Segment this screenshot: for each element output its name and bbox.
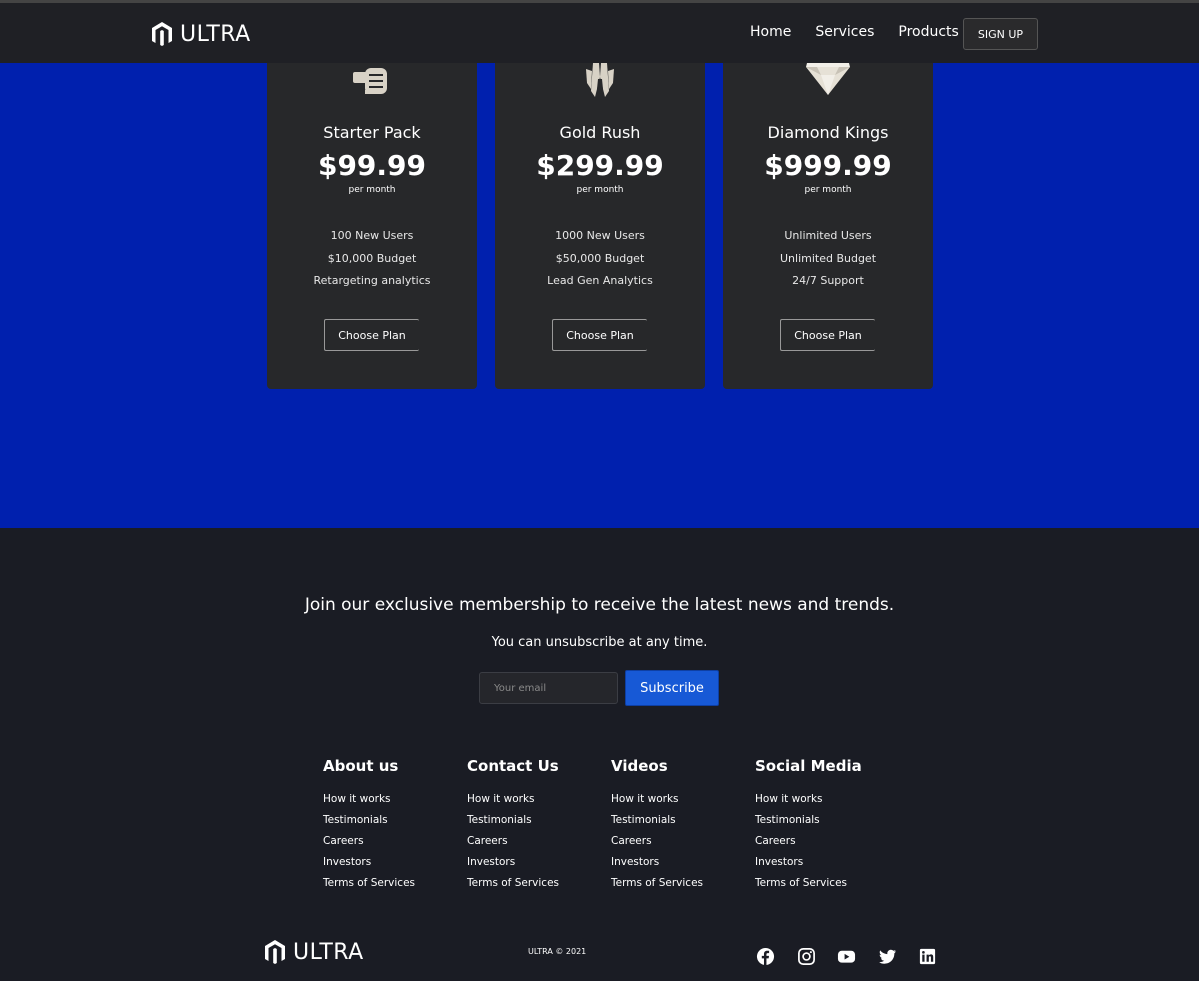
subscribe-button[interactable]: Subscribe (625, 670, 719, 706)
nav-home[interactable]: Home (750, 24, 791, 40)
choose-plan-button[interactable]: Choose Plan (324, 319, 419, 351)
plan-period: per month (804, 185, 852, 195)
footer-column-title: Videos (611, 757, 668, 775)
youtube-icon[interactable] (837, 947, 856, 966)
plan-features: 1000 New Users $50,000 Budget Lead Gen A… (495, 225, 705, 293)
plan-name: Diamond Kings (767, 123, 889, 142)
plan-feature: Lead Gen Analytics (547, 274, 653, 287)
footer-column-videos: Videos How it works Testimonials Careers… (611, 757, 751, 894)
signup-button[interactable]: SIGN UP (963, 18, 1038, 50)
plan-features: 100 New Users $10,000 Budget Retargeting… (267, 225, 477, 293)
plan-features: Unlimited Users Unlimited Budget 24/7 Su… (723, 225, 933, 293)
footer-link[interactable]: How it works (467, 789, 607, 810)
footer-brand-name: ULTRA (293, 939, 364, 965)
nav-products[interactable]: Products (898, 24, 958, 40)
footer-link[interactable]: Terms of Services (467, 873, 607, 894)
plan-period: per month (576, 185, 624, 195)
footer-column-title: Contact Us (467, 757, 559, 775)
footer-link[interactable]: Terms of Services (611, 873, 751, 894)
choose-plan-button[interactable]: Choose Plan (780, 319, 875, 351)
footer-link[interactable]: Terms of Services (755, 873, 895, 894)
email-input[interactable] (479, 672, 618, 704)
footer-brand-logo[interactable]: ULTRA (263, 939, 364, 965)
plan-price: $999.99 (764, 149, 892, 182)
footer-column-social: Social Media How it works Testimonials C… (755, 757, 895, 894)
footer-link[interactable]: Investors (467, 852, 607, 873)
footer-link[interactable]: Testimonials (611, 810, 751, 831)
social-links (756, 947, 959, 966)
fist-icon (353, 68, 387, 94)
brand-name: ULTRA (180, 21, 251, 47)
footer-column-title: Social Media (755, 757, 862, 775)
instagram-icon[interactable] (797, 947, 816, 966)
footer-column-contact: Contact Us How it works Testimonials Car… (467, 757, 607, 894)
footer: Join our exclusive membership to receive… (0, 528, 1199, 981)
footer-link[interactable]: Terms of Services (323, 873, 463, 894)
plan-feature: Unlimited Users (784, 229, 872, 242)
plan-card-gold: Gold Rush $299.99 per month 1000 New Use… (495, 63, 705, 389)
footer-column-title: About us (323, 757, 399, 775)
plan-period: per month (348, 185, 396, 195)
footer-link[interactable]: Testimonials (755, 810, 895, 831)
linkedin-icon[interactable] (918, 947, 937, 966)
nav-services[interactable]: Services (815, 24, 874, 40)
plan-name: Starter Pack (323, 123, 421, 142)
plan-feature: 1000 New Users (555, 229, 645, 242)
footer-link[interactable]: Careers (611, 831, 751, 852)
newsletter-subtitle: You can unsubscribe at any time. (491, 635, 708, 650)
diamond-icon (806, 63, 850, 95)
plan-card-starter: Starter Pack $99.99 per month 100 New Us… (267, 63, 477, 389)
pricing-section: Starter Pack $99.99 per month 100 New Us… (0, 63, 1199, 528)
facebook-icon[interactable] (756, 947, 775, 966)
plan-feature: Unlimited Budget (779, 251, 877, 265)
plan-card-diamond: Diamond Kings $999.99 per month Unlimite… (723, 63, 933, 389)
brand-logo[interactable]: ULTRA (150, 21, 251, 47)
plan-feature: $50,000 Budget (555, 251, 645, 265)
footer-link[interactable]: Careers (755, 831, 895, 852)
footer-link[interactable]: How it works (755, 789, 895, 810)
footer-link[interactable]: Testimonials (467, 810, 607, 831)
newsletter-title: Join our exclusive membership to receive… (304, 595, 895, 615)
footer-column-about: About us How it works Testimonials Caree… (323, 757, 463, 894)
footer-link[interactable]: Careers (467, 831, 607, 852)
footer-link[interactable]: Investors (755, 852, 895, 873)
plan-feature: 100 New Users (330, 229, 414, 242)
plan-feature: 24/7 Support (792, 274, 864, 287)
gold-icon (586, 63, 614, 97)
footer-link[interactable]: How it works (323, 789, 463, 810)
plan-name: Gold Rush (559, 123, 641, 142)
ultra-logo-icon (152, 22, 172, 46)
footer-link[interactable]: How it works (611, 789, 751, 810)
copyright-text: ULTRA © 2021 (528, 947, 587, 956)
plan-price: $299.99 (536, 149, 664, 182)
plan-feature: $10,000 Budget (327, 251, 417, 265)
footer-link[interactable]: Careers (323, 831, 463, 852)
footer-link[interactable]: Investors (323, 852, 463, 873)
choose-plan-button[interactable]: Choose Plan (552, 319, 647, 351)
plan-price: $99.99 (317, 149, 427, 182)
footer-link[interactable]: Testimonials (323, 810, 463, 831)
twitter-icon[interactable] (878, 947, 897, 966)
ultra-logo-icon (265, 940, 285, 964)
footer-link[interactable]: Investors (611, 852, 751, 873)
plan-feature: Retargeting analytics (313, 274, 431, 287)
navbar: ULTRA Home Services Products SIGN UP (0, 0, 1199, 63)
